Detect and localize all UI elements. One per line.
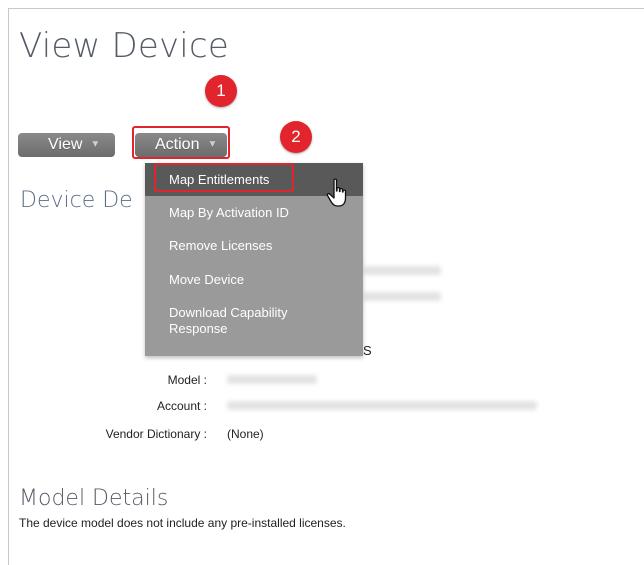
blurred-value	[363, 292, 441, 301]
model-details-text: The device model does not include any pr…	[19, 516, 346, 530]
field-label-model: Model :	[167, 373, 207, 387]
vendor-dictionary-value: (None)	[227, 427, 264, 441]
menu-item-move-device[interactable]: Move Device	[145, 272, 363, 288]
field-label-vendor-dictionary: Vendor Dictionary :	[105, 427, 207, 441]
device-detail-partial-value: S	[363, 343, 372, 358]
chevron-down-icon: ▼	[90, 139, 101, 150]
view-button-label: View	[48, 136, 83, 153]
hand-pointer-icon	[326, 178, 347, 207]
menu-item-download-capability-response[interactable]: Download Capability Response	[145, 305, 305, 337]
model-details-title: Model Details	[19, 486, 169, 511]
step-badge-2: 2	[280, 121, 312, 153]
page-title: View Device	[19, 26, 229, 66]
device-details-title: Device De	[20, 188, 133, 213]
model-value	[227, 375, 317, 384]
blurred-value	[363, 266, 441, 275]
menu-item-remove-licenses[interactable]: Remove Licenses	[145, 238, 363, 254]
action-button-label: Action	[155, 136, 200, 153]
field-label-account: Account :	[156, 399, 207, 413]
chevron-down-icon: ▼	[207, 139, 218, 150]
account-value	[227, 401, 537, 410]
view-button[interactable]: View ▼	[18, 133, 115, 157]
step-badge-1: 1	[205, 75, 237, 107]
action-button[interactable]: Action ▼	[135, 133, 227, 157]
